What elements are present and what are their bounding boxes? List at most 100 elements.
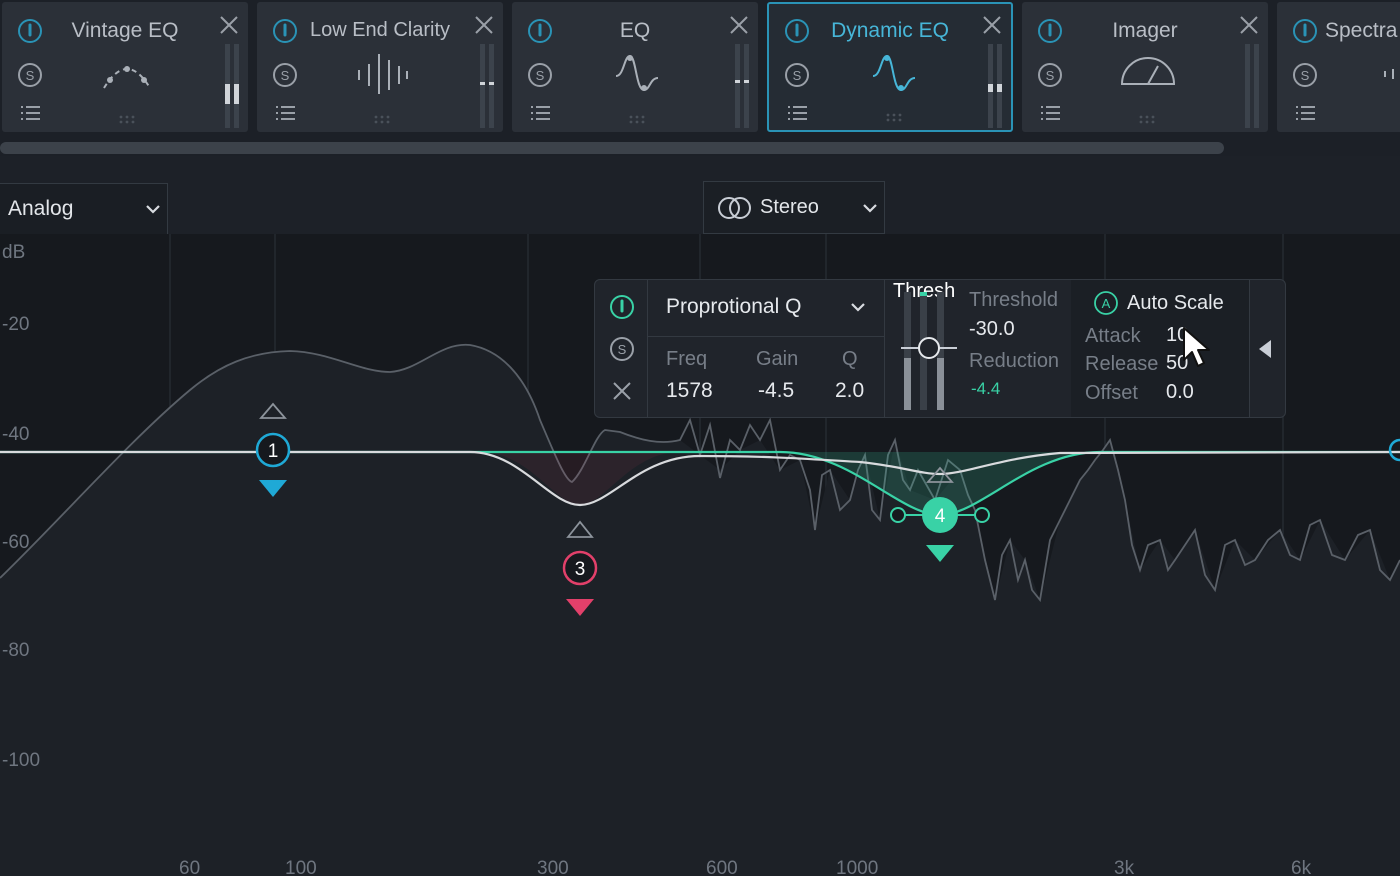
x-tick-label: 1000 (836, 858, 879, 876)
close-icon[interactable] (981, 14, 1003, 36)
gain-label: Gain (756, 348, 799, 370)
band-node-edge[interactable] (1388, 438, 1400, 462)
svg-text:A: A (1102, 296, 1111, 311)
threshold-slider[interactable] (901, 286, 957, 414)
stereo-dropdown[interactable]: Stereo (703, 181, 885, 234)
chevron-down-icon (146, 205, 160, 214)
module-title: Dynamic EQ (831, 19, 949, 42)
close-icon[interactable] (473, 14, 495, 36)
menu-icon[interactable] (271, 99, 299, 127)
close-icon[interactable] (728, 14, 750, 36)
band1-node[interactable]: 1 (255, 402, 291, 497)
y-tick-label: -100 (2, 750, 41, 771)
drag-handle-icon[interactable] (884, 112, 904, 122)
freq-value[interactable]: 1578 (666, 379, 713, 403)
close-icon[interactable] (1238, 14, 1260, 36)
drag-handle-icon[interactable] (372, 114, 392, 124)
svg-text:S: S (1046, 68, 1055, 83)
stereo-dropdown-value: Stereo (760, 196, 819, 218)
svg-text:S: S (281, 68, 290, 83)
shape-dropdown[interactable]: Proprotional Q (648, 280, 884, 337)
svg-text:S: S (618, 342, 627, 357)
gain-value[interactable]: -4.5 (758, 379, 794, 403)
q-value[interactable]: 2.0 (835, 379, 864, 403)
module-title: Vintage EQ (71, 19, 179, 42)
shape-dropdown-value: Proprotional Q (666, 295, 802, 318)
x-tick-label: 3k (1114, 858, 1135, 876)
module-dynamic-eq[interactable]: S Dynamic EQ (767, 2, 1013, 132)
output-meter (988, 44, 1002, 128)
power-icon[interactable] (1036, 17, 1064, 45)
power-icon[interactable] (16, 17, 44, 45)
menu-icon[interactable] (1291, 99, 1319, 127)
module-title: EQ (619, 19, 651, 42)
eq-curve-icon (615, 54, 659, 92)
divider (884, 280, 885, 417)
band3-node[interactable]: 3 (562, 520, 598, 616)
module-imager[interactable]: S Imager (1022, 2, 1268, 132)
power-icon[interactable] (783, 17, 811, 45)
solo-icon[interactable]: S (16, 61, 44, 89)
svg-text:1: 1 (268, 441, 279, 462)
module-low-end-clarity[interactable]: S Low End Clarity (257, 2, 503, 132)
reduction-value: -4.4 (971, 379, 1001, 398)
close-icon[interactable] (218, 14, 240, 36)
output-meter (225, 44, 239, 128)
module-spectral[interactable]: S Spectra (1277, 2, 1400, 132)
mode-dropdown[interactable]: Analog (0, 183, 168, 235)
chevron-down-icon (863, 204, 877, 213)
dynamic-eq-curve-icon (872, 54, 916, 92)
autoscale-label[interactable]: Auto Scale (1127, 292, 1224, 315)
close-icon[interactable] (610, 379, 634, 403)
solo-icon[interactable]: S (1036, 61, 1064, 89)
output-meter (1245, 44, 1259, 128)
y-tick-label: -40 (2, 424, 30, 445)
power-icon[interactable] (526, 17, 554, 45)
menu-icon[interactable] (783, 99, 811, 127)
solo-icon[interactable]: S (271, 61, 299, 89)
low-end-clarity-bars-icon (358, 54, 408, 94)
cursor-icon (1183, 327, 1210, 367)
y-tick-label: -80 (2, 640, 30, 661)
solo-icon[interactable]: S (526, 61, 554, 89)
module-vintage-eq[interactable]: S Vintage EQ (2, 2, 248, 132)
power-icon[interactable] (608, 293, 636, 321)
x-tick-label: 6k (1291, 858, 1312, 876)
module-scrollbar-thumb[interactable] (0, 142, 1224, 154)
offset-label: Offset (1085, 382, 1138, 404)
threshold-label: Threshold (969, 289, 1058, 311)
solo-icon[interactable]: S (608, 335, 636, 363)
freq-label: Freq (666, 348, 708, 370)
drag-handle-icon[interactable] (627, 114, 647, 124)
autoscale-icon[interactable]: A (1093, 290, 1119, 316)
svg-text:S: S (26, 68, 35, 83)
q-label: Q (842, 348, 858, 370)
svg-text:S: S (793, 68, 802, 83)
menu-icon[interactable] (526, 99, 554, 127)
toolbar (0, 156, 1400, 235)
svg-text:S: S (536, 68, 545, 83)
x-tick-label: 60 (179, 858, 201, 876)
offset-value[interactable]: 0.0 (1166, 381, 1194, 404)
divider (1249, 280, 1250, 417)
solo-icon[interactable]: S (783, 61, 811, 89)
menu-icon[interactable] (1036, 99, 1064, 127)
threshold-value[interactable]: -30.0 (969, 318, 1015, 341)
output-meter (735, 44, 749, 128)
drag-handle-icon[interactable] (1137, 114, 1157, 124)
y-tick-label: -20 (2, 314, 30, 335)
menu-icon[interactable] (16, 99, 44, 127)
module-title: Low End Clarity (309, 19, 451, 41)
collapse-arrow-icon[interactable] (1257, 338, 1273, 360)
power-icon[interactable] (1291, 17, 1319, 45)
drag-handle-icon[interactable] (117, 114, 137, 124)
y-tick-label: -60 (2, 532, 30, 553)
svg-text:3: 3 (575, 559, 586, 580)
module-title: Spectra (1325, 19, 1398, 42)
module-eq[interactable]: S EQ (512, 2, 758, 132)
svg-text:4: 4 (935, 506, 946, 527)
imager-fan-icon (1120, 57, 1176, 85)
x-tick-label: 600 (706, 858, 738, 876)
solo-icon[interactable]: S (1291, 61, 1319, 89)
db-axis-label: dB (2, 242, 26, 263)
